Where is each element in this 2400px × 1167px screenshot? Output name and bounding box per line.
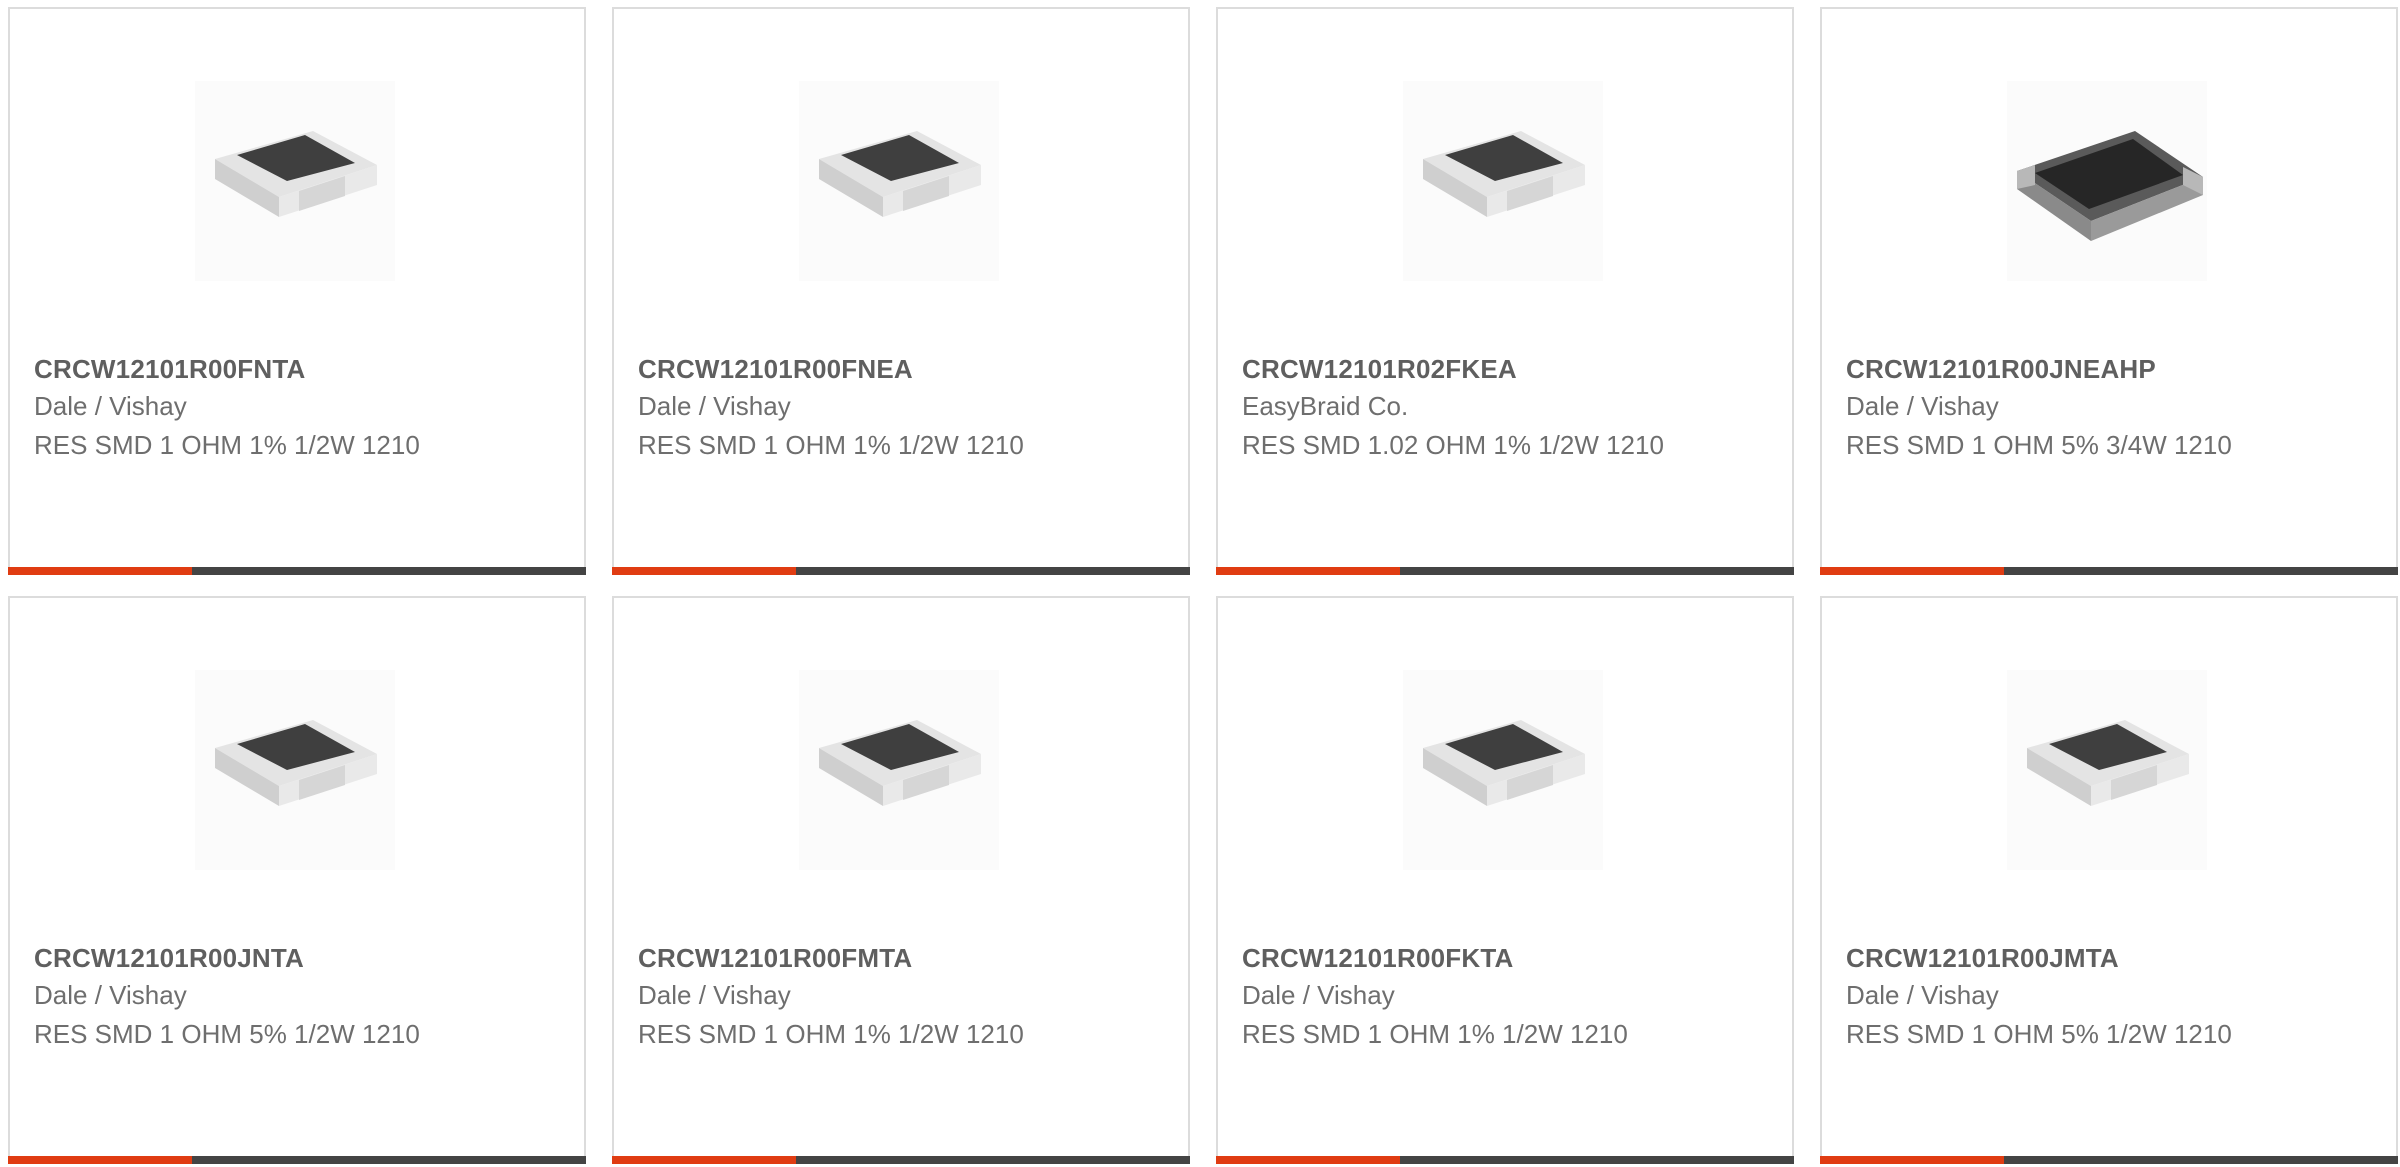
card-footer-bar [8, 1156, 586, 1164]
part-number[interactable]: CRCW12101R00FNTA [34, 354, 305, 385]
card-footer-bar [612, 1156, 1190, 1164]
description: RES SMD 1 OHM 1% 1/2W 1210 [1242, 1019, 1628, 1049]
description: RES SMD 1 OHM 5% 1/2W 1210 [1846, 1019, 2232, 1049]
manufacturer: Dale / Vishay [638, 391, 791, 421]
manufacturer: Dale / Vishay [1242, 980, 1395, 1010]
description: RES SMD 1 OHM 5% 1/2W 1210 [34, 1019, 420, 1049]
manufacturer: Dale / Vishay [34, 391, 187, 421]
resistor-chip-image[interactable] [799, 670, 999, 870]
card-footer-bar [1820, 1156, 2398, 1164]
resistor-chip-image[interactable] [1403, 81, 1603, 281]
product-card[interactable]: CRCW12101R00JNTA Dale / Vishay RES SMD 1… [8, 596, 586, 1164]
product-card[interactable]: CRCW12101R00JMTA Dale / Vishay RES SMD 1… [1820, 596, 2398, 1164]
description: RES SMD 1 OHM 1% 1/2W 1210 [638, 1019, 1024, 1049]
part-number[interactable]: CRCW12101R00FKTA [1242, 943, 1513, 974]
product-grid: CRCW12101R00FNTA Dale / Vishay RES SMD 1… [8, 7, 2398, 1164]
resistor-chip-image[interactable] [1403, 670, 1603, 870]
description: RES SMD 1 OHM 1% 1/2W 1210 [638, 430, 1024, 460]
card-footer-bar [1216, 567, 1794, 575]
resistor-chip-image[interactable] [195, 81, 395, 281]
resistor-chip-image[interactable] [2007, 670, 2207, 870]
part-number[interactable]: CRCW12101R00FNEA [638, 354, 913, 385]
product-card[interactable]: CRCW12101R00FNTA Dale / Vishay RES SMD 1… [8, 7, 586, 575]
resistor-chip-image[interactable] [799, 81, 999, 281]
card-footer-bar [8, 567, 586, 575]
product-card[interactable]: CRCW12101R00FMTA Dale / Vishay RES SMD 1… [612, 596, 1190, 1164]
card-footer-bar [1216, 1156, 1794, 1164]
part-number[interactable]: CRCW12101R02FKEA [1242, 354, 1517, 385]
part-number[interactable]: CRCW12101R00JNEAHP [1846, 354, 2156, 385]
product-card[interactable]: CRCW12101R00FKTA Dale / Vishay RES SMD 1… [1216, 596, 1794, 1164]
part-number[interactable]: CRCW12101R00JNTA [34, 943, 304, 974]
manufacturer: EasyBraid Co. [1242, 391, 1409, 421]
product-card[interactable]: CRCW12101R00JNEAHP Dale / Vishay RES SMD… [1820, 7, 2398, 575]
resistor-chip-image[interactable] [195, 670, 395, 870]
resistor-chip-dark-image[interactable] [2007, 81, 2207, 281]
manufacturer: Dale / Vishay [638, 980, 791, 1010]
manufacturer: Dale / Vishay [1846, 980, 1999, 1010]
description: RES SMD 1 OHM 5% 3/4W 1210 [1846, 430, 2232, 460]
card-footer-bar [1820, 567, 2398, 575]
part-number[interactable]: CRCW12101R00FMTA [638, 943, 912, 974]
product-card[interactable]: CRCW12101R00FNEA Dale / Vishay RES SMD 1… [612, 7, 1190, 575]
manufacturer: Dale / Vishay [1846, 391, 1999, 421]
description: RES SMD 1.02 OHM 1% 1/2W 1210 [1242, 430, 1664, 460]
manufacturer: Dale / Vishay [34, 980, 187, 1010]
card-footer-bar [612, 567, 1190, 575]
product-card[interactable]: CRCW12101R02FKEA EasyBraid Co. RES SMD 1… [1216, 7, 1794, 575]
part-number[interactable]: CRCW12101R00JMTA [1846, 943, 2119, 974]
description: RES SMD 1 OHM 1% 1/2W 1210 [34, 430, 420, 460]
